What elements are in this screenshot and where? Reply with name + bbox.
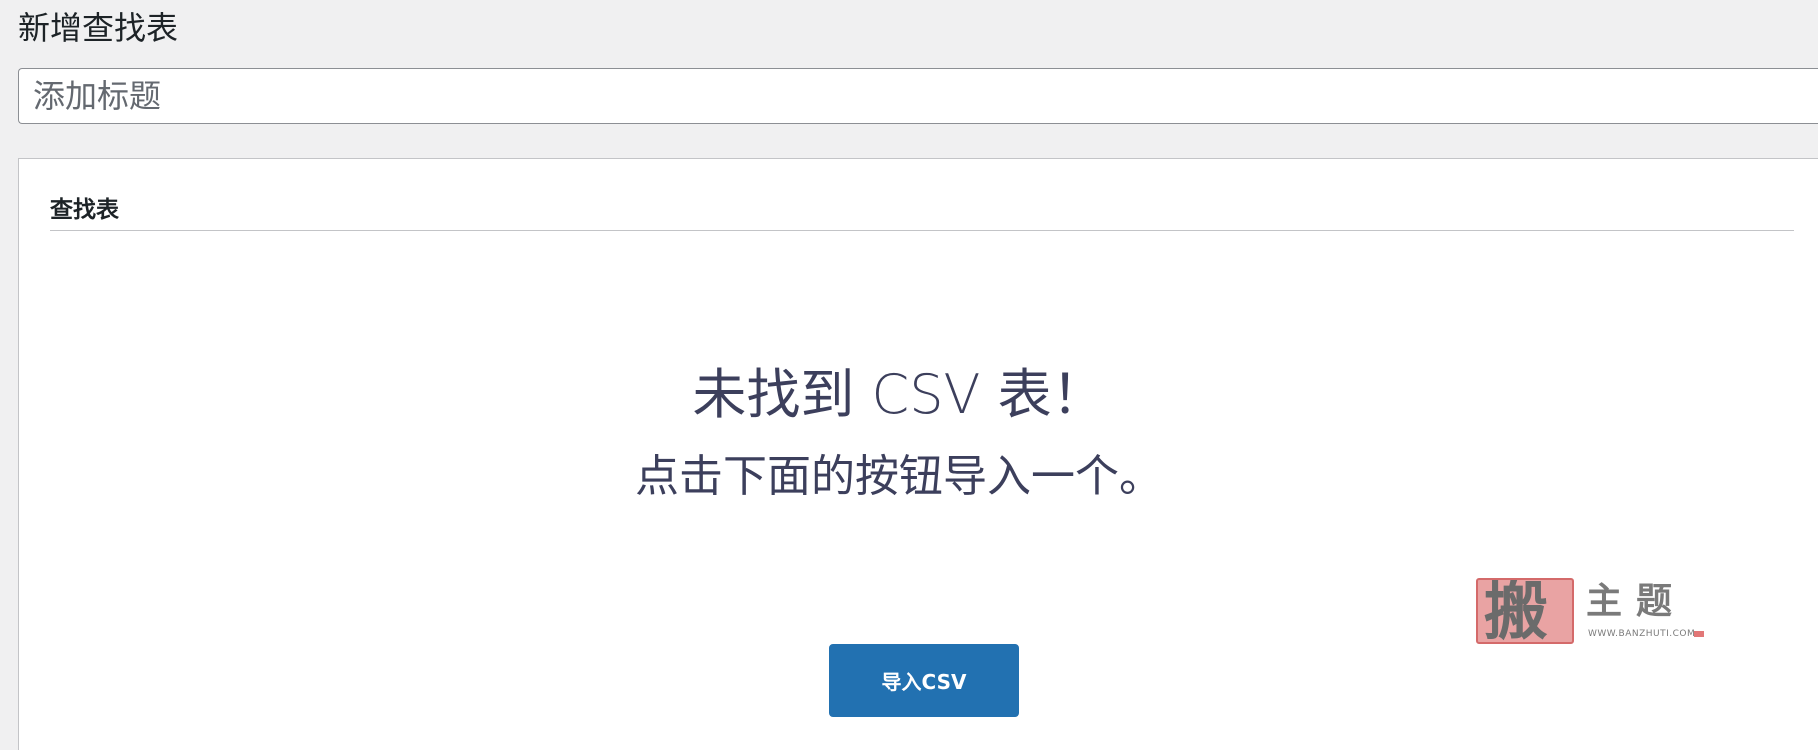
lookup-table-panel: 查找表 未找到 CSV 表！ 点击下面的按钮导入一个。 导入CSV bbox=[18, 158, 1818, 750]
page-title: 新增查找表 bbox=[18, 9, 179, 47]
empty-state-heading: 未找到 CSV 表！ bbox=[692, 363, 1106, 426]
watermark-text: 主题 bbox=[1586, 580, 1687, 622]
watermark-seal: 搬 bbox=[1476, 578, 1574, 644]
watermark-seal-char: 搬 bbox=[1484, 578, 1548, 644]
import-csv-button[interactable]: 导入CSV bbox=[829, 644, 1019, 717]
empty-state-subheading: 点击下面的按钮导入一个。 bbox=[635, 451, 1163, 502]
watermark-dot bbox=[1694, 631, 1704, 637]
panel-title: 查找表 bbox=[50, 197, 119, 223]
panel-header: 查找表 bbox=[50, 195, 1794, 231]
title-input[interactable] bbox=[18, 68, 1818, 124]
watermark-logo: 搬 主题 WWW.BANZHUTI.COM bbox=[1476, 578, 1706, 648]
watermark-url: WWW.BANZHUTI.COM bbox=[1588, 629, 1696, 639]
page: 新增查找表 查找表 未找到 CSV 表！ 点击下面的按钮导入一个。 导入CSV … bbox=[0, 0, 1818, 750]
